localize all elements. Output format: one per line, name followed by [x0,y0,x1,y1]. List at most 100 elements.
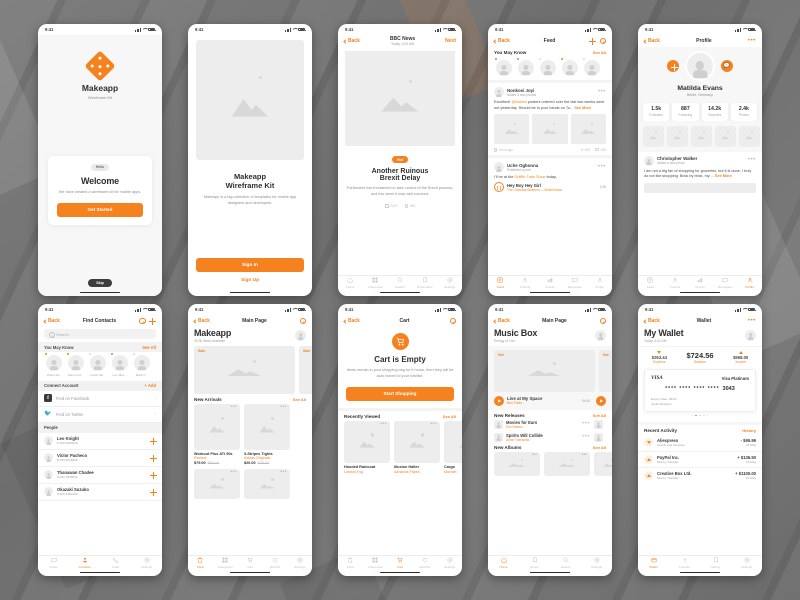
tab-friends[interactable]: Friends [513,277,538,289]
album-card[interactable]: ••• [544,451,590,476]
add-contact-icon[interactable] [150,471,157,479]
add-icon[interactable] [148,317,156,325]
release-menu-icon[interactable]: ••• [582,421,590,427]
tab-settings[interactable]: Settings [437,277,462,289]
tab-profile[interactable]: Profile [737,277,762,289]
product-card[interactable]: ••• Workout Plus ATI 90s Reebok $79.00 $9… [194,403,240,465]
tab-home[interactable]: Home [338,277,363,289]
tab-search[interactable]: Search [550,557,581,569]
see-all-link[interactable]: See All [593,50,606,55]
suggestion-avatar[interactable] [560,58,579,76]
promo-banner[interactable]: Sale [194,345,295,394]
more-menu-icon[interactable]: ••• [748,318,756,324]
add-icon[interactable] [589,37,596,45]
product-menu-icon[interactable]: ••• [230,404,237,409]
tab-activity[interactable]: Activity [538,277,563,289]
play-button[interactable]: ▶ [494,395,504,406]
back-button[interactable]: Back [43,318,60,324]
tab-feed[interactable]: Feed [488,277,513,289]
back-button[interactable]: Back [343,318,360,324]
back-button[interactable]: Back [193,318,210,324]
release-menu-icon[interactable]: ••• [582,434,590,440]
contact-row[interactable]: Thanawan Chadee 8 033 7839022 [38,467,162,484]
tab-library[interactable]: Library [519,557,550,569]
see-all-link[interactable]: See All [593,445,606,450]
next-button[interactable]: Next [445,38,456,44]
add-contact-icon[interactable] [150,437,157,445]
tab-friends[interactable]: Friends [663,277,688,289]
see-more-link[interactable]: See More [715,174,732,178]
see-all-link[interactable]: See All [443,414,456,419]
add-link[interactable]: + Add [144,383,156,388]
profile-avatar[interactable] [685,51,715,81]
avatar[interactable] [595,329,606,341]
tab-contacts[interactable]: Contacts [69,557,100,569]
post-menu-icon[interactable]: ••• [598,164,606,170]
see-more-link[interactable]: See More [574,106,591,110]
suggestion-avatar[interactable] [516,58,535,76]
release-row[interactable]: Movies for Ears Ela Orleans ••• [494,419,590,429]
stat-favorites[interactable]: 14.2k Favorites [701,102,728,121]
back-button[interactable]: Back [643,318,660,324]
product-card[interactable]: ••• Hooded Raincoat London Fog [344,420,390,474]
avatar[interactable] [644,155,654,166]
avatar[interactable] [745,329,756,341]
transaction-row[interactable]: Aliexpress Goods and Services - $95.99 23 … [638,435,762,452]
tab-bookmarks[interactable]: Bookmarks [412,277,437,289]
product-card[interactable]: Cargo Michael [444,420,462,474]
history-link[interactable]: History [742,428,756,433]
tab-history[interactable]: History [700,557,731,569]
post-menu-icon[interactable]: ••• [748,157,756,163]
connect-twitter-row[interactable]: 🐦 Find on Twitter › [38,407,162,423]
tab-profile[interactable]: Profile [587,277,612,289]
skip-button[interactable]: Skip [88,278,112,288]
product-card[interactable]: ••• Illusion Halter Adrianna Papell [394,420,440,474]
tab-transfer[interactable]: Transfer [669,557,700,569]
get-started-button[interactable]: Get Started [57,202,143,217]
tab-wishlist[interactable]: Wishlist [262,557,287,569]
search-icon[interactable] [599,318,606,325]
post-mention[interactable]: @Bowen [512,100,527,104]
suggestion-item[interactable]: Conan Ma... [88,353,107,377]
tab-cart[interactable]: Cart [388,557,413,569]
search-icon[interactable] [139,318,146,325]
stat-following[interactable]: 887 Following [672,102,699,121]
suggestion-avatar[interactable] [538,58,557,76]
add-friend-button[interactable] [667,60,679,72]
tab-feed[interactable]: Feed [638,277,663,289]
tab-calls[interactable]: Calls [100,557,131,569]
album-menu-icon[interactable]: ••• [582,452,587,457]
back-button[interactable]: Back [643,38,660,44]
tab-shop[interactable]: Shop [188,557,213,569]
play-icon[interactable]: ❙❙ [494,182,504,193]
card-pagination[interactable] [644,412,756,420]
avatar[interactable] [494,87,504,97]
featured-artwork[interactable]: Hot [599,349,612,392]
post-menu-icon[interactable]: ••• [598,89,606,95]
search-icon[interactable] [449,318,456,325]
search-icon[interactable] [299,318,306,325]
message-button[interactable]: 💬 [721,60,733,72]
tab-settings[interactable]: Settings [287,557,312,569]
product-menu-icon[interactable]: ••• [380,421,387,426]
tab-shop[interactable]: Shop [338,557,363,569]
post-link[interactable]: Griffith Train Show [514,175,545,179]
search-icon[interactable] [599,38,606,45]
tab-categories[interactable]: Categories [213,557,238,569]
suggestion-item[interactable]: Darren Ad... [66,353,85,377]
tab-home[interactable]: Home [488,557,519,569]
start-shopping-button[interactable]: Start Shopping [346,386,454,401]
suggestion-avatar[interactable] [582,58,601,76]
tab-messages[interactable]: Messages [562,277,587,289]
tab-settings[interactable]: Settings [581,557,612,569]
stat-followers[interactable]: 1.5k Followers [643,102,670,121]
featured-artwork[interactable]: Hot [494,349,595,392]
comment-icon[interactable] [595,148,600,152]
add-contact-icon[interactable] [150,454,157,462]
more-menu-icon[interactable]: ••• [748,38,756,44]
avatar[interactable] [295,329,306,341]
suggestion-item[interactable]: Zhan Huo [44,353,63,377]
contact-row[interactable]: Okazaki Suzuko 8 029 3381002 [38,484,162,501]
transaction-row[interactable]: PayPal Inc. Money Transfer + $136.50 22 Ma… [638,452,762,469]
tab-activity[interactable]: Activity [688,277,713,289]
